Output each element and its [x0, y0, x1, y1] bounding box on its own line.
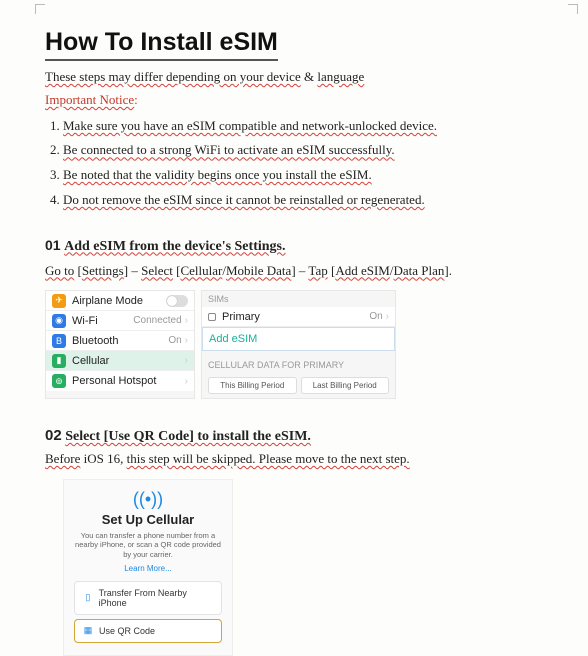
hotspot-icon: ⊚ — [52, 374, 66, 388]
row-hotspot: ⊚ Personal Hotspot › — [46, 371, 194, 391]
cellular-icon: ▮ — [52, 354, 66, 368]
step1-heading: 01 Add eSIM from the device's Settings. — [45, 237, 543, 255]
qr-icon: ▦ — [83, 626, 93, 636]
step1-num: 01 — [45, 237, 61, 253]
row-value: On — [369, 311, 382, 322]
learn-more-link: Learn More... — [74, 564, 222, 573]
row-primary: Primary On › — [202, 307, 395, 327]
chevron-icon: › — [185, 376, 188, 387]
important-text: Important Notice — [45, 92, 134, 107]
subtitle-b: language — [317, 69, 364, 84]
chevron-icon: › — [185, 315, 188, 326]
chevron-icon: › — [386, 311, 389, 322]
subtitle-a: These steps may differ depending on your… — [45, 69, 301, 84]
notice-item: Do not remove the eSIM since it cannot b… — [63, 188, 543, 213]
subtitle: These steps may differ depending on your… — [45, 67, 543, 88]
settings-right-panel: SIMs Primary On › Add eSIM CELLULAR DATA … — [201, 290, 396, 399]
pill-last-period: Last Billing Period — [301, 377, 390, 394]
chevron-icon: › — [185, 335, 188, 346]
option-qr-code: ▦ Use QR Code — [74, 619, 222, 643]
row-label: Personal Hotspot — [72, 375, 182, 387]
row-label: Primary — [222, 311, 369, 323]
notice-item: Be noted that the validity begins once y… — [63, 163, 543, 188]
notice-item: Make sure you have an eSIM compatible an… — [63, 114, 543, 139]
pill-this-period: This Billing Period — [208, 377, 297, 394]
ios-screenshot-2: ((•)) Set Up Cellular You can transfer a… — [63, 479, 233, 656]
notice-list: Make sure you have an eSIM compatible an… — [45, 114, 543, 213]
notice-item: Be connected to a strong WiFi to activat… — [63, 138, 543, 163]
ios-screenshot-1: ✈ Airplane Mode ◉ Wi-Fi Connected › B Blu… — [45, 290, 543, 399]
row-label: Cellular — [72, 355, 182, 367]
airplane-toggle — [166, 295, 188, 307]
cellular-data-header: CELLULAR DATA FOR PRIMARY — [202, 357, 395, 373]
wifi-icon: ◉ — [52, 314, 66, 328]
step2-title: Select [Use QR Code] to install the eSIM… — [65, 429, 311, 444]
document-page: How To Install eSIM These steps may diff… — [0, 0, 588, 656]
crop-mark-tr — [568, 4, 578, 14]
bluetooth-icon: B — [52, 334, 66, 348]
antenna-icon: ((•)) — [74, 490, 222, 508]
option-label: Use QR Code — [99, 626, 155, 636]
step1-title: Add eSIM from the device's Settings. — [64, 239, 285, 254]
row-bluetooth: B Bluetooth On › — [46, 331, 194, 351]
option-transfer: ▯ Transfer From Nearby iPhone — [74, 581, 222, 615]
settings-left-panel: ✈ Airplane Mode ◉ Wi-Fi Connected › B Blu… — [45, 290, 195, 399]
page-title: How To Install eSIM — [45, 28, 278, 61]
setup-subtitle: You can transfer a phone number from a n… — [74, 531, 222, 560]
phone-icon: ▯ — [83, 593, 93, 603]
step2-num: 02 — [45, 427, 62, 444]
step2-heading: 02 Select [Use QR Code] to install the e… — [45, 427, 543, 445]
colon: : — [134, 92, 138, 107]
step1-sub: Go to [Settings] – Select [Cellular/Mobi… — [45, 261, 543, 281]
row-label: Wi-Fi — [72, 315, 133, 327]
ampersand: & — [301, 69, 318, 84]
billing-period-tabs: This Billing Period Last Billing Period — [202, 373, 395, 398]
row-value: Connected — [133, 315, 181, 326]
setup-title: Set Up Cellular — [74, 512, 222, 527]
row-value: On — [168, 335, 181, 346]
add-esim-row: Add eSIM — [202, 327, 395, 351]
row-label: Bluetooth — [72, 335, 168, 347]
row-airplane: ✈ Airplane Mode — [46, 291, 194, 311]
crop-mark-tl — [35, 4, 45, 14]
sims-header: SIMs — [202, 291, 395, 307]
option-label: Transfer From Nearby iPhone — [99, 588, 213, 608]
step2-sub: Before iOS 16, this step will be skipped… — [45, 449, 543, 469]
row-cellular: ▮ Cellular › — [46, 351, 194, 371]
important-notice-label: Important Notice: — [45, 92, 543, 108]
row-wifi: ◉ Wi-Fi Connected › — [46, 311, 194, 331]
chevron-icon: › — [185, 355, 188, 366]
airplane-icon: ✈ — [52, 294, 66, 308]
row-label: Airplane Mode — [72, 295, 166, 307]
sim-icon — [208, 313, 216, 321]
